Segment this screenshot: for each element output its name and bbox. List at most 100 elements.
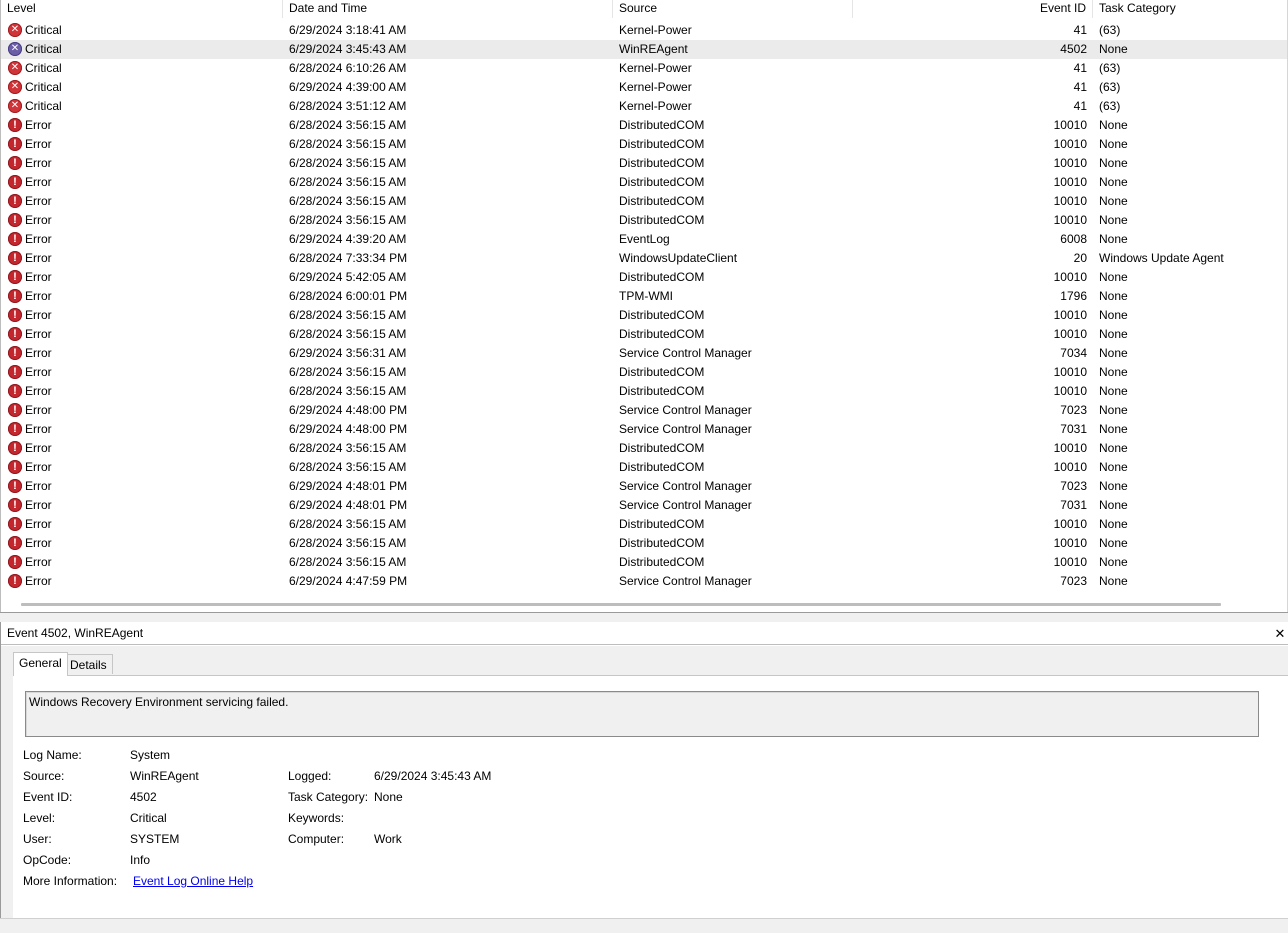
table-row[interactable]: ✕ Critical 6/28/2024 6:10:26 AM Kernel-Powe… [1,59,1287,78]
horizontal-scrollbar[interactable] [21,603,1221,606]
table-row[interactable]: ! Error 6/28/2024 3:56:15 AM DistributedCOM… [1,515,1287,534]
date-cell: 6/28/2024 3:56:15 AM [289,194,407,208]
error-exclamation-icon: ! [8,156,22,170]
table-row[interactable]: ! Error 6/28/2024 3:56:15 AM DistributedCOM… [1,154,1287,173]
table-row[interactable]: ! Error 6/28/2024 3:56:15 AM DistributedCOM… [1,534,1287,553]
task-category-cell: None [1099,460,1128,474]
column-header-source[interactable]: Source [613,0,853,18]
event-id-cell: 10010 [1053,517,1087,531]
table-row[interactable]: ! Error 6/28/2024 3:56:15 AM DistributedCOM… [1,325,1287,344]
table-row[interactable]: ✕ Critical 6/29/2024 3:18:41 AM Kernel-Powe… [1,21,1287,40]
date-cell: 6/28/2024 3:56:15 AM [289,327,407,341]
event-id-cell: 10010 [1053,441,1087,455]
level-cell: Critical [25,61,62,75]
task-category-cell: None [1099,175,1128,189]
table-row[interactable]: ✕ Critical 6/28/2024 3:51:12 AM Kernel-Powe… [1,97,1287,116]
table-row[interactable]: ! Error 6/29/2024 4:48:00 PM Service Contro… [1,401,1287,420]
date-cell: 6/29/2024 3:56:31 AM [289,346,407,360]
task-category-label: Task Category: [288,790,369,804]
error-exclamation-icon: ! [8,289,22,303]
level-label: Level: [23,811,56,825]
table-row[interactable]: ✕ Critical 6/29/2024 4:39:00 AM Kernel-Powe… [1,78,1287,97]
level-cell: Error [25,403,52,417]
table-row[interactable]: ! Error 6/28/2024 3:56:15 AM DistributedCOM… [1,553,1287,572]
table-row[interactable]: ! Error 6/29/2024 4:48:00 PM Service Contro… [1,420,1287,439]
table-row[interactable]: ! Error 6/29/2024 3:56:31 AM Service Contro… [1,344,1287,363]
table-row[interactable]: ! Error 6/28/2024 3:56:15 AM DistributedCOM… [1,439,1287,458]
task-category-cell: (63) [1099,23,1121,37]
error-exclamation-icon: ! [8,365,22,379]
error-exclamation-icon: ! [8,422,22,436]
error-exclamation-icon: ! [8,536,22,550]
date-cell: 6/28/2024 3:51:12 AM [289,99,407,113]
table-row[interactable]: ! Error 6/28/2024 3:56:15 AM DistributedCOM… [1,382,1287,401]
table-row[interactable]: ! Error 6/28/2024 6:00:01 PM TPM-WMI 1796 Non… [1,287,1287,306]
table-row[interactable]: ! Error 6/28/2024 3:56:15 AM DistributedCOM… [1,458,1287,477]
table-row[interactable]: ✕ Critical 6/29/2024 3:45:43 AM WinREAgent 4… [1,40,1287,59]
level-cell: Error [25,517,52,531]
tab-general[interactable]: General [13,652,68,676]
date-cell: 6/28/2024 3:56:15 AM [289,137,407,151]
date-cell: 6/28/2024 3:56:15 AM [289,555,407,569]
user-value: SYSTEM [130,832,180,846]
tab-details[interactable]: Details [64,654,113,674]
table-row[interactable]: ! Error 6/29/2024 4:39:20 AM EventLog 6008 No… [1,230,1287,249]
pane-splitter[interactable] [0,612,1288,622]
event-id-cell: 20 [1073,251,1087,265]
error-exclamation-icon: ! [8,555,22,569]
date-cell: 6/29/2024 3:45:43 AM [289,42,407,56]
table-row[interactable]: ! Error 6/28/2024 3:56:15 AM DistributedCOM… [1,363,1287,382]
level-cell: Error [25,460,52,474]
source-cell: DistributedCOM [619,308,705,322]
event-id-cell: 10010 [1053,270,1087,284]
date-cell: 6/29/2024 4:48:00 PM [289,422,408,436]
source-cell: WindowsUpdateClient [619,251,738,265]
event-list[interactable]: Level Date and Time Source Event ID Task… [0,0,1288,612]
error-exclamation-icon: ! [8,479,22,493]
table-row[interactable]: ! Error 6/28/2024 3:56:15 AM DistributedCOM… [1,211,1287,230]
event-log-online-help-link[interactable]: Event Log Online Help [133,871,253,892]
column-header-level[interactable]: Level [1,0,283,18]
table-row[interactable]: ! Error 6/28/2024 3:56:15 AM DistributedCOM… [1,192,1287,211]
table-row[interactable]: ! Error 6/29/2024 4:48:01 PM Service Contro… [1,477,1287,496]
column-header-event-id[interactable]: Event ID [853,0,1093,18]
level-cell: Error [25,346,52,360]
column-header-date[interactable]: Date and Time [283,0,613,18]
source-cell: DistributedCOM [619,137,705,151]
table-row[interactable]: ! Error 6/29/2024 4:48:01 PM Service Contro… [1,496,1287,515]
date-cell: 6/29/2024 4:39:20 AM [289,232,407,246]
level-value: Critical [130,811,167,825]
date-cell: 6/28/2024 3:56:15 AM [289,536,407,550]
level-cell: Error [25,156,52,170]
table-row[interactable]: ! Error 6/28/2024 3:56:15 AM DistributedCOM… [1,173,1287,192]
event-id-cell: 10010 [1053,384,1087,398]
level-cell: Error [25,232,52,246]
table-row[interactable]: ! Error 6/29/2024 5:42:05 AM DistributedCOM… [1,268,1287,287]
table-row[interactable]: ! Error 6/28/2024 3:56:15 AM DistributedCOM… [1,116,1287,135]
event-id-cell: 10010 [1053,156,1087,170]
error-exclamation-icon: ! [8,213,22,227]
level-cell: Error [25,213,52,227]
date-cell: 6/28/2024 3:56:15 AM [289,118,407,132]
close-icon[interactable]: ✕ [1273,622,1287,645]
event-description[interactable]: Windows Recovery Environment servicing f… [25,691,1259,737]
level-cell: Error [25,118,52,132]
date-cell: 6/29/2024 4:48:00 PM [289,403,408,417]
table-row[interactable]: ! Error 6/28/2024 7:33:34 PM WindowsUpdateC… [1,249,1287,268]
date-cell: 6/28/2024 3:56:15 AM [289,384,407,398]
table-row[interactable]: ! Error 6/28/2024 3:56:15 AM DistributedCOM… [1,135,1287,154]
table-row[interactable]: ! Error 6/29/2024 4:47:59 PM Service Contro… [1,572,1287,591]
table-row[interactable]: ! Error 6/28/2024 3:56:15 AM DistributedCOM… [1,306,1287,325]
critical-x-icon: ✕ [8,80,22,94]
event-id-cell: 10010 [1053,327,1087,341]
error-exclamation-icon: ! [8,384,22,398]
event-id-cell: 10010 [1053,555,1087,569]
column-header-task-category[interactable]: Task Category [1093,0,1287,18]
level-cell: Error [25,175,52,189]
event-id-cell: 10010 [1053,137,1087,151]
event-id-cell: 7031 [1060,498,1087,512]
event-id-cell: 10010 [1053,308,1087,322]
error-exclamation-icon: ! [8,270,22,284]
task-category-cell: None [1099,118,1128,132]
task-category-cell: None [1099,213,1128,227]
